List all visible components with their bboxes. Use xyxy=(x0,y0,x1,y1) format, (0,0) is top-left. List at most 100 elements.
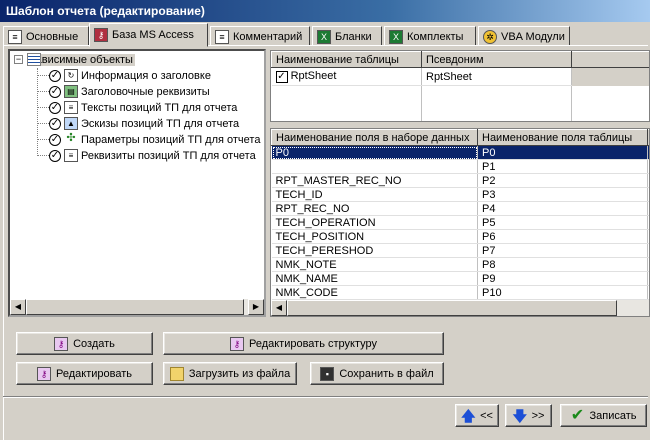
tables-grid[interactable]: Наименование таблицы Псевдоним ✓ RptShee… xyxy=(270,50,650,122)
grid-header-row: Наименование таблицы Псевдоним xyxy=(271,51,649,68)
button-label: Записать xyxy=(589,409,637,422)
fields-grid[interactable]: Наименование поля в наборе данных Наимен… xyxy=(270,128,650,317)
separator xyxy=(3,396,648,398)
edit-button[interactable]: ⚷ Редактировать xyxy=(16,362,153,385)
table-row[interactable]: TECH_ID P3 xyxy=(271,187,649,202)
fields-horizontal-scrollbar[interactable]: ◀ xyxy=(271,300,649,316)
table-name-cell[interactable]: ✓ RptSheet xyxy=(271,67,422,86)
checkbox-icon[interactable]: ✓ xyxy=(49,117,61,130)
create-button[interactable]: ⚷ Создать xyxy=(16,332,153,355)
access-key-icon: ⚷ xyxy=(54,336,69,351)
next-button[interactable]: 🡇 >> xyxy=(505,404,552,427)
scroll-right-icon[interactable]: ▶ xyxy=(248,299,264,315)
tree-item-position-parameters[interactable]: ✓ ✣ Параметры позиций ТП для отчета xyxy=(49,132,260,147)
checkbox-icon[interactable]: ✓ xyxy=(49,133,61,146)
dataset-field-cell[interactable]: RPT_REC_NO xyxy=(271,201,478,216)
tab-sets[interactable]: X Комплекты xyxy=(384,26,476,46)
tree-root-label: Зависимые объекты xyxy=(27,53,135,66)
tab-ms-access-db[interactable]: ⚷ База MS Access xyxy=(89,23,208,47)
collapse-icon[interactable]: − xyxy=(14,55,23,64)
tab-label: Бланки xyxy=(335,31,372,43)
dataset-field-cell[interactable]: RPT_MASTER_REC_NO xyxy=(271,173,478,188)
tree-item-header-attributes[interactable]: ✓ ▤ Заголовочные реквизиты xyxy=(49,84,210,99)
table-field-cell[interactable]: P6 xyxy=(477,229,648,244)
sketch-image-icon: ▲ xyxy=(64,117,78,130)
table-field-cell[interactable]: P7 xyxy=(477,243,648,258)
table-row[interactable]: NMK_CODE P10 xyxy=(271,285,649,300)
checkbox-icon[interactable]: ✓ xyxy=(49,149,61,162)
table-field-cell[interactable]: P0 xyxy=(477,145,648,160)
table-field-cell[interactable]: P4 xyxy=(477,201,648,216)
dataset-field-cell[interactable] xyxy=(271,159,478,174)
dataset-field-cell[interactable]: NMK_NOTE xyxy=(271,257,478,272)
column-header-empty xyxy=(571,51,649,68)
table-field-cell[interactable]: P10 xyxy=(477,285,648,300)
tab-blanks[interactable]: X Бланки xyxy=(312,26,382,46)
tree-item-position-attributes[interactable]: ✓ ≡ Реквизиты позиций ТП для отчета xyxy=(49,148,256,163)
tab-label: VBA Модули xyxy=(501,31,565,43)
button-label: >> xyxy=(531,409,545,422)
table-row[interactable]: P1 xyxy=(271,159,649,174)
pane-splitter[interactable] xyxy=(266,49,269,317)
tree-item-label: Эскизы позиций ТП для отчета xyxy=(81,117,240,130)
table-alias-cell[interactable]: RptSheet xyxy=(421,67,572,86)
checkbox-icon[interactable]: ✓ xyxy=(49,69,61,82)
tree-horizontal-scrollbar[interactable]: ◀ ▶ xyxy=(10,299,264,315)
table-field-cell[interactable]: P3 xyxy=(477,187,648,202)
table-field-cell[interactable]: P8 xyxy=(477,257,648,272)
tab-comment[interactable]: ≡ Комментарий xyxy=(210,26,310,46)
window-titlebar[interactable]: Шаблон отчета (редактирование) xyxy=(0,0,650,22)
button-label: Редактировать структуру xyxy=(248,337,378,350)
dataset-field-cell[interactable]: TECH_ID xyxy=(271,187,478,202)
checkbox-icon[interactable]: ✓ xyxy=(275,70,288,83)
previous-button[interactable]: 🡅 << xyxy=(455,404,499,427)
tree-item-header-info[interactable]: ✓ ↻ Информация о заголовке xyxy=(49,68,211,83)
tree-branch xyxy=(37,75,49,76)
column-header-table-name[interactable]: Наименование таблицы xyxy=(271,51,422,68)
scrollbar-thumb[interactable] xyxy=(26,299,244,315)
table-row[interactable]: RPT_MASTER_REC_NO P2 xyxy=(271,173,649,188)
table-field-cell[interactable]: P5 xyxy=(477,215,648,230)
table-row[interactable]: RPT_REC_NO P4 xyxy=(271,201,649,216)
checkmark-icon: ✔ xyxy=(570,406,585,424)
load-from-file-button[interactable]: Загрузить из файла xyxy=(163,362,297,385)
tree-item-position-texts[interactable]: ✓ ≡ Тексты позиций ТП для отчета xyxy=(49,100,237,115)
table-row[interactable]: P0 P0 xyxy=(271,145,649,160)
dataset-field-cell[interactable]: NMK_CODE xyxy=(271,285,478,300)
tab-vba-modules[interactable]: ✲ VBA Модули xyxy=(478,26,570,46)
table-field-cell[interactable]: P2 xyxy=(477,173,648,188)
edit-structure-button[interactable]: ⚷ Редактировать структуру xyxy=(163,332,444,355)
table-row[interactable]: ✓ RptSheet RptSheet xyxy=(271,67,649,86)
column-header-alias[interactable]: Псевдоним xyxy=(421,51,572,68)
dataset-field-cell[interactable]: TECH_OPERATION xyxy=(271,215,478,230)
table-row[interactable]: TECH_POSITION P6 xyxy=(271,229,649,244)
dataset-field-cell[interactable]: P0 xyxy=(271,145,478,160)
tree-item-position-sketches[interactable]: ✓ ▲ Эскизы позиций ТП для отчета xyxy=(49,116,239,131)
tree-item-label: Информация о заголовке xyxy=(81,69,211,82)
dataset-field-cell[interactable]: TECH_POSITION xyxy=(271,229,478,244)
table-row[interactable]: TECH_OPERATION P5 xyxy=(271,215,649,230)
dataset-field-cell[interactable]: NMK_NAME xyxy=(271,271,478,286)
tab-strip: ≡ Основные ⚷ База MS Access ≡ Комментари… xyxy=(0,22,650,47)
button-label: Загрузить из файла xyxy=(188,367,291,380)
scroll-left-icon[interactable]: ◀ xyxy=(10,299,26,315)
tree-root[interactable]: Зависимые объекты xyxy=(27,52,135,67)
checkbox-icon[interactable]: ✓ xyxy=(49,101,61,114)
table-row[interactable]: NMK_NAME P9 xyxy=(271,271,649,286)
table-row[interactable]: NMK_NOTE P8 xyxy=(271,257,649,272)
save-record-button[interactable]: ✔ Записать xyxy=(560,404,647,427)
scrollbar-thumb[interactable] xyxy=(287,300,617,316)
column-header-table-field[interactable]: Наименование поля таблицы xyxy=(477,129,648,146)
tree-item-label: Тексты позиций ТП для отчета xyxy=(81,101,238,114)
column-header-dataset-field[interactable]: Наименование поля в наборе данных xyxy=(271,129,478,146)
table-field-cell[interactable]: P1 xyxy=(477,159,648,174)
tree-branch xyxy=(37,155,49,156)
save-to-file-button[interactable]: ▪ Сохранить в файл xyxy=(310,362,444,385)
table-row[interactable]: TECH_PERESHOD P7 xyxy=(271,243,649,258)
dependent-objects-tree[interactable]: − Зависимые объекты ✓ ↻ Информация о заг… xyxy=(8,49,266,317)
dataset-field-cell[interactable]: TECH_PERESHOD xyxy=(271,243,478,258)
checkbox-icon[interactable]: ✓ xyxy=(49,85,61,98)
tab-basic[interactable]: ≡ Основные xyxy=(3,26,89,46)
table-field-cell[interactable]: P9 xyxy=(477,271,648,286)
scroll-left-icon[interactable]: ◀ xyxy=(271,300,287,316)
